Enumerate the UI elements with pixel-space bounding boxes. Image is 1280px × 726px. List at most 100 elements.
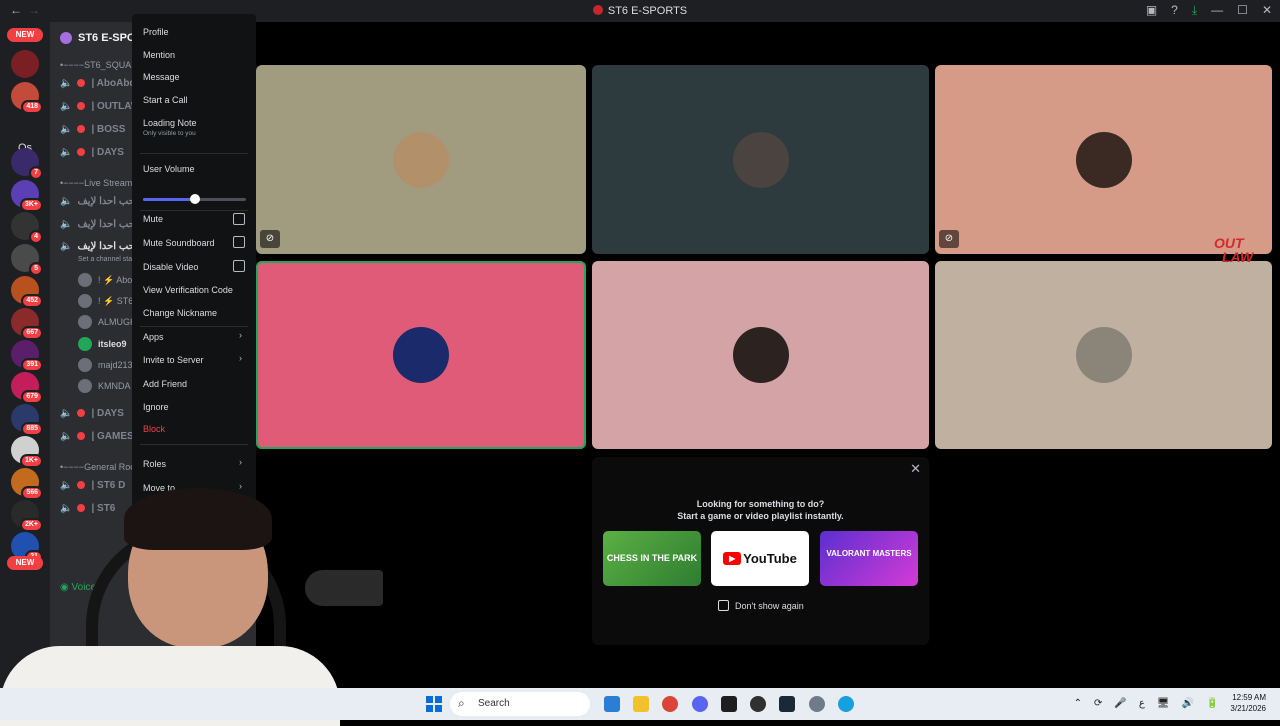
language-icon[interactable]: ع	[1139, 698, 1145, 709]
server-icon[interactable]: 452	[11, 276, 43, 308]
live-dot-icon	[77, 79, 86, 87]
voice-channel[interactable]: 🔈 | OUTLAW	[60, 101, 140, 112]
file-explorer-icon[interactable]	[633, 696, 649, 712]
server-icon[interactable]: 3K+	[11, 180, 43, 212]
disable-video-checkbox[interactable]	[233, 260, 245, 272]
server-icon[interactable]: 885	[11, 404, 43, 436]
menu-item-note[interactable]: Loading Note Only visible to you	[143, 118, 197, 137]
avatar	[1075, 327, 1132, 383]
server-icon[interactable]: 1K+	[11, 436, 43, 468]
channel-name: | GAMES	[91, 431, 134, 442]
server-icon[interactable]: 418	[11, 82, 43, 114]
menu-item-verification-code[interactable]: View Verification Code	[143, 285, 233, 295]
settings-icon[interactable]	[809, 696, 825, 712]
server-icon[interactable]: 5	[11, 244, 43, 276]
server-icon[interactable]	[11, 50, 39, 78]
menu-item-message[interactable]: Message	[143, 72, 180, 82]
menu-item-apps[interactable]: Apps	[143, 332, 164, 342]
participant-tile[interactable]	[592, 65, 929, 254]
participant-tile[interactable]: ⊘	[935, 65, 1272, 254]
menu-divider	[140, 444, 248, 445]
network-icon[interactable]: 🖥	[1157, 698, 1170, 709]
volume-slider-knob[interactable]	[189, 194, 200, 204]
participant-tile[interactable]: ⊘	[256, 65, 586, 254]
taskbar-search[interactable]: ⌕ Search	[450, 692, 590, 716]
mention-badge: 679	[21, 390, 43, 404]
menu-item-start-call[interactable]: Start a Call	[143, 95, 188, 105]
speaker-icon: 🔈	[60, 101, 73, 112]
menu-item-invite[interactable]: Invite to Server	[143, 355, 204, 365]
voice-member[interactable]: majd213	[78, 358, 133, 372]
participant-tile[interactable]	[935, 261, 1272, 449]
dont-show-checkbox[interactable]	[718, 600, 729, 611]
voice-channel[interactable]: 🔈 | AboAbdo	[60, 78, 142, 89]
close-icon[interactable]: ✕	[910, 461, 921, 477]
menu-item-mute-soundboard[interactable]: Mute Soundboard	[143, 238, 215, 248]
new-badge[interactable]: NEW	[7, 28, 43, 42]
menu-item-change-nickname[interactable]: Change Nickname	[143, 308, 217, 318]
menu-item-mention[interactable]: Mention	[143, 50, 175, 60]
volume-icon[interactable]: 🔊	[1182, 698, 1194, 709]
menu-divider	[140, 153, 248, 154]
menu-item-mute[interactable]: Mute	[143, 214, 163, 224]
menu-item-roles[interactable]: Roles	[143, 459, 166, 469]
participant-tile[interactable]	[592, 261, 929, 449]
server-icon[interactable]: 679	[11, 372, 43, 404]
steam-icon[interactable]	[779, 696, 795, 712]
discord-icon[interactable]	[692, 696, 708, 712]
capcut-icon[interactable]	[721, 696, 737, 712]
mute-checkbox[interactable]	[233, 213, 245, 225]
title-bar-icons: ▣ ? ⤓ — ☐ ✕	[1146, 3, 1272, 18]
download-icon[interactable]: ⤓	[1192, 3, 1197, 18]
voice-member[interactable]: itsleo9	[78, 337, 127, 351]
menu-item-add-friend[interactable]: Add Friend	[143, 379, 187, 389]
avatar	[393, 131, 449, 188]
voice-channel[interactable]: 🔈 | DAYS	[60, 147, 124, 158]
avatar	[78, 273, 92, 287]
chevron-up-icon[interactable]: ⌃	[1074, 698, 1082, 709]
screen-icon[interactable]: ▣	[1146, 3, 1157, 18]
voice-member[interactable]: KMNDA	[78, 379, 131, 393]
speaker-icon: 🔈	[60, 78, 73, 89]
battery-icon[interactable]: 🔋	[1206, 698, 1218, 709]
menu-item-block[interactable]: Block	[143, 424, 165, 434]
clock[interactable]: 12:59 AM 3/21/2026	[1230, 692, 1266, 714]
taskbar: ⌕ Search ⌃ ⟳ 🎤 ع 🖥 🔊 🔋 12:59 AM 3/21/2026	[0, 688, 1280, 720]
voice-channel[interactable]: 🔈 | GAMES	[60, 431, 134, 442]
close-icon[interactable]: ✕	[1262, 3, 1272, 18]
windows-start-icon[interactable]	[426, 696, 442, 712]
activity-card-chess[interactable]: CHESS IN THE PARK	[603, 531, 701, 586]
speaker-icon: 🔈	[60, 431, 73, 442]
voice-channel[interactable]: 🔈 | DAYS	[60, 408, 124, 419]
chrome-icon[interactable]	[662, 696, 678, 712]
server-icon[interactable]: 391	[11, 340, 43, 372]
server-icon[interactable]: 7	[11, 148, 43, 180]
maximize-icon[interactable]: ☐	[1237, 3, 1248, 18]
streamer-hair	[124, 488, 272, 550]
speaker-icon: 🔈	[60, 408, 73, 419]
store-icon[interactable]	[604, 696, 620, 712]
obs-icon[interactable]	[750, 696, 766, 712]
server-icon[interactable]: 667	[11, 308, 43, 340]
avatar	[78, 315, 92, 329]
server-icon[interactable]: 4	[11, 212, 43, 244]
sync-icon[interactable]: ⟳	[1094, 698, 1102, 709]
app-icon[interactable]	[838, 696, 854, 712]
avatar	[78, 358, 92, 372]
live-dot-icon	[77, 125, 86, 133]
menu-item-ignore[interactable]: Ignore	[143, 402, 169, 412]
mention-badge: 885	[21, 422, 43, 436]
minimize-icon[interactable]: —	[1211, 3, 1223, 18]
dont-show-again-option[interactable]: Don't show again	[718, 600, 804, 611]
activity-card-youtube[interactable]: ▶ YouTube	[711, 531, 809, 586]
activity-card-valorant[interactable]: VALORANT MASTERS	[820, 531, 918, 586]
live-dot-icon	[77, 432, 86, 440]
menu-item-profile[interactable]: Profile	[143, 27, 169, 37]
help-icon[interactable]: ?	[1171, 3, 1178, 18]
member-name: majd213	[98, 360, 133, 370]
menu-item-disable-video[interactable]: Disable Video	[143, 262, 198, 272]
voice-channel[interactable]: 🔈 | BOSS	[60, 124, 125, 135]
mute-soundboard-checkbox[interactable]	[233, 236, 245, 248]
participant-tile-speaking[interactable]	[256, 261, 586, 449]
microphone-icon[interactable]: 🎤	[1114, 698, 1126, 709]
